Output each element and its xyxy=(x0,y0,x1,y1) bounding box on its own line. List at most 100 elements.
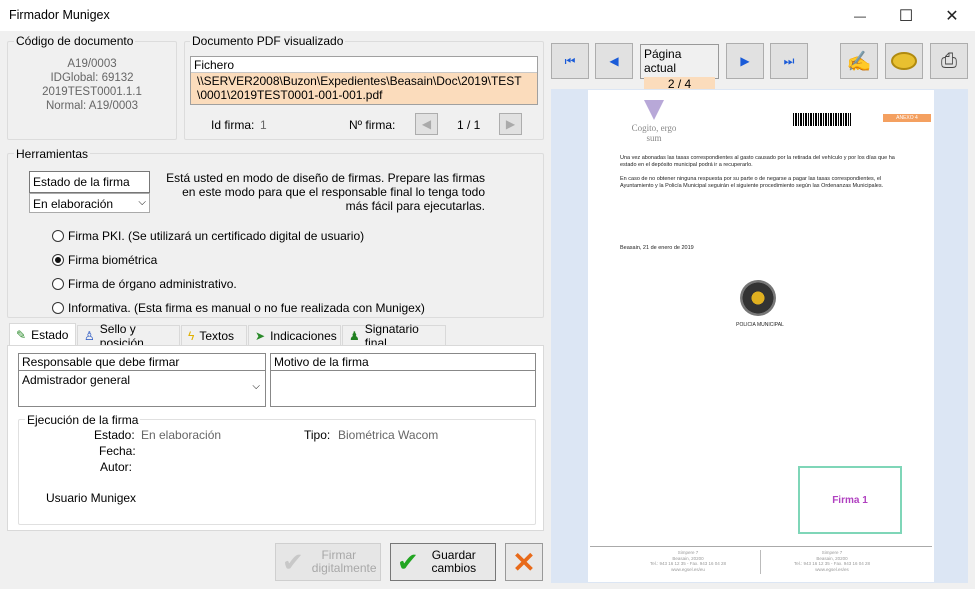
radio-label: Firma PKI. (Se utilizará un certificado … xyxy=(68,229,365,243)
prev-page-button[interactable]: ◀ xyxy=(595,43,633,79)
logo-shield-icon xyxy=(644,100,664,120)
police-badge-icon xyxy=(740,280,776,316)
estado-firma-value: En elaboración xyxy=(33,197,114,211)
tab-estado[interactable]: ✎ Estado xyxy=(9,323,76,346)
tab-signatario[interactable]: ♟ Signatario final xyxy=(342,322,446,350)
lightning-icon: ϟ xyxy=(188,329,195,343)
nfirma-value: 1 / 1 xyxy=(457,118,481,132)
doc-code-line: 2019TEST0001.1.1 xyxy=(42,86,142,98)
person-icon: ♙ xyxy=(84,329,95,343)
responsable-value: Admistrador general xyxy=(22,373,131,387)
cancel-x-icon: ✕ xyxy=(512,546,536,578)
estado-firma-select[interactable]: En elaboración ⌵ xyxy=(29,193,150,213)
footer-separator xyxy=(760,550,761,574)
pdf-para2: En caso de no obtener ninguna respuesta … xyxy=(620,176,884,189)
tab-label: Indicaciones xyxy=(270,329,337,343)
tools-info-text: Está usted en modo de diseño de firmas. … xyxy=(166,171,485,213)
tab-sello[interactable]: ♙ Sello y posición xyxy=(77,322,180,350)
radio-label: Firma biométrica xyxy=(68,253,158,267)
check-icon: ✔ xyxy=(397,546,419,577)
anexo-badge: ANEXO 4 xyxy=(883,114,931,122)
fichero-path[interactable]: \\SERVER2008\Buzon\Expedientes\Beasain\D… xyxy=(191,73,537,104)
minimize-button[interactable]: — xyxy=(837,0,883,31)
motivo-input[interactable] xyxy=(271,371,535,406)
radio-icon xyxy=(52,278,64,290)
tipo-label: Tipo: xyxy=(304,428,331,442)
estado-firma-label: Estado de la firma xyxy=(29,171,150,193)
firma-box[interactable]: Firma 1 xyxy=(798,466,902,534)
page-label: Página actual xyxy=(644,47,682,75)
firmar-label: Firmar digitalmente xyxy=(311,548,377,575)
estado-value: En elaboración xyxy=(141,428,222,442)
check-icon: ✔ xyxy=(282,546,304,577)
firmar-digitalmente-button[interactable]: ✔ Firmar digitalmente xyxy=(275,543,381,581)
fichero-label: Fichero xyxy=(191,57,537,73)
firma-type-radios: Firma PKI. (Se utilizará un certificado … xyxy=(52,224,425,320)
tab-textos[interactable]: ϟ Textos xyxy=(181,325,247,346)
close-icon: ✕ xyxy=(945,7,959,25)
doc-code-values: A19/0003 IDGlobal: 69132 2019TEST0001.1.… xyxy=(8,57,176,113)
guardar-label: Guardar cambios xyxy=(431,548,477,575)
tab-indicaciones[interactable]: ➤ Indicaciones xyxy=(248,325,341,346)
radio-pki[interactable]: Firma PKI. (Se utilizará un certificado … xyxy=(52,224,425,248)
radio-label: Informativa. (Esta firma es manual o no … xyxy=(68,301,425,315)
radio-selected-icon xyxy=(52,254,64,266)
next-page-icon: ▶ xyxy=(740,54,750,68)
first-page-button[interactable]: ⏮ xyxy=(551,43,589,79)
nfirma-label: Nº firma: xyxy=(349,118,396,132)
prev-icon: ◀ xyxy=(421,117,432,131)
responsable-box: Responsable que debe firmar Admistrador … xyxy=(18,353,266,407)
last-page-icon: ⏭ xyxy=(783,53,795,68)
tab-label: Textos xyxy=(199,329,235,343)
tipo-value: Biométrica Wacom xyxy=(338,428,439,442)
doc-code-line: Normal: A19/0003 xyxy=(45,100,139,112)
next-firma-button[interactable]: ▶ xyxy=(499,113,522,135)
radio-label: Firma de órgano administrativo. xyxy=(68,277,237,291)
stamp-icon xyxy=(891,52,917,70)
motivo-box: Motivo de la firma xyxy=(270,353,536,407)
minimize-icon: — xyxy=(854,8,866,23)
idfirma-label: Id firma: xyxy=(211,118,255,132)
prev-firma-button[interactable]: ◀ xyxy=(415,113,438,135)
radio-biometrica[interactable]: Firma biométrica xyxy=(52,248,425,272)
prev-page-icon: ◀ xyxy=(609,54,619,68)
police-text: POLICIA MUNICIPAL xyxy=(736,322,784,328)
first-page-icon: ⏮ xyxy=(564,53,576,68)
logo-text: Cogito, ergo sum xyxy=(631,123,677,143)
fichero-box: Fichero \\SERVER2008\Buzon\Expedientes\B… xyxy=(190,56,538,105)
user-icon: ♟ xyxy=(349,329,360,343)
tab-label: Estado xyxy=(31,328,69,342)
stamp-button[interactable] xyxy=(885,43,923,79)
page-indicator: Página actual 2 / 4 xyxy=(640,44,719,92)
maximize-button[interactable]: ☐ xyxy=(883,0,929,31)
chevron-down-icon: ⌵ xyxy=(138,197,146,208)
print-button[interactable]: ⎙ xyxy=(930,43,968,79)
radio-organo[interactable]: Firma de órgano administrativo. xyxy=(52,272,425,296)
ejecucion-label: Ejecución de la firma xyxy=(25,413,141,427)
guardar-cambios-button[interactable]: ✔ Guardar cambios xyxy=(390,543,496,581)
pen-icon: ✎ xyxy=(16,328,27,342)
doc-code-line: A19/0003 xyxy=(67,58,117,70)
idfirma-value: 1 xyxy=(260,118,267,132)
estado-label: Estado: xyxy=(94,428,135,442)
radio-informativa[interactable]: Informativa. (Esta firma es manual o no … xyxy=(52,296,425,320)
maximize-icon: ☐ xyxy=(898,7,914,25)
footer-divider xyxy=(590,546,932,547)
chevron-down-icon: ⌵ xyxy=(252,381,260,392)
pdf-page: Cogito, ergo sum ANEXO 4 Una vez abonada… xyxy=(588,90,934,582)
arrow-icon: ➤ xyxy=(255,329,266,343)
close-button[interactable]: ✕ xyxy=(929,0,975,31)
pdf-date: Beasain, 21 de enero de 2019 xyxy=(620,245,694,251)
usuario-label: Usuario Munigex xyxy=(46,491,137,505)
next-page-button[interactable]: ▶ xyxy=(726,43,764,79)
next-icon: ▶ xyxy=(505,117,516,131)
last-page-button[interactable]: ⏭ xyxy=(770,43,808,79)
responsable-select[interactable]: Admistrador general ⌵ xyxy=(19,371,265,406)
footer-right: Simpere 7 Beasain, 20200 Tel.: 943 16 12… xyxy=(793,550,871,572)
motivo-label: Motivo de la firma xyxy=(271,354,535,371)
radio-icon xyxy=(52,230,64,242)
doc-code-label: Código de documento xyxy=(14,34,136,48)
window-title: Firmador Munigex xyxy=(9,8,110,22)
signature-pad-button[interactable]: ✍ xyxy=(840,43,878,79)
cancel-button[interactable]: ✕ xyxy=(505,543,543,581)
